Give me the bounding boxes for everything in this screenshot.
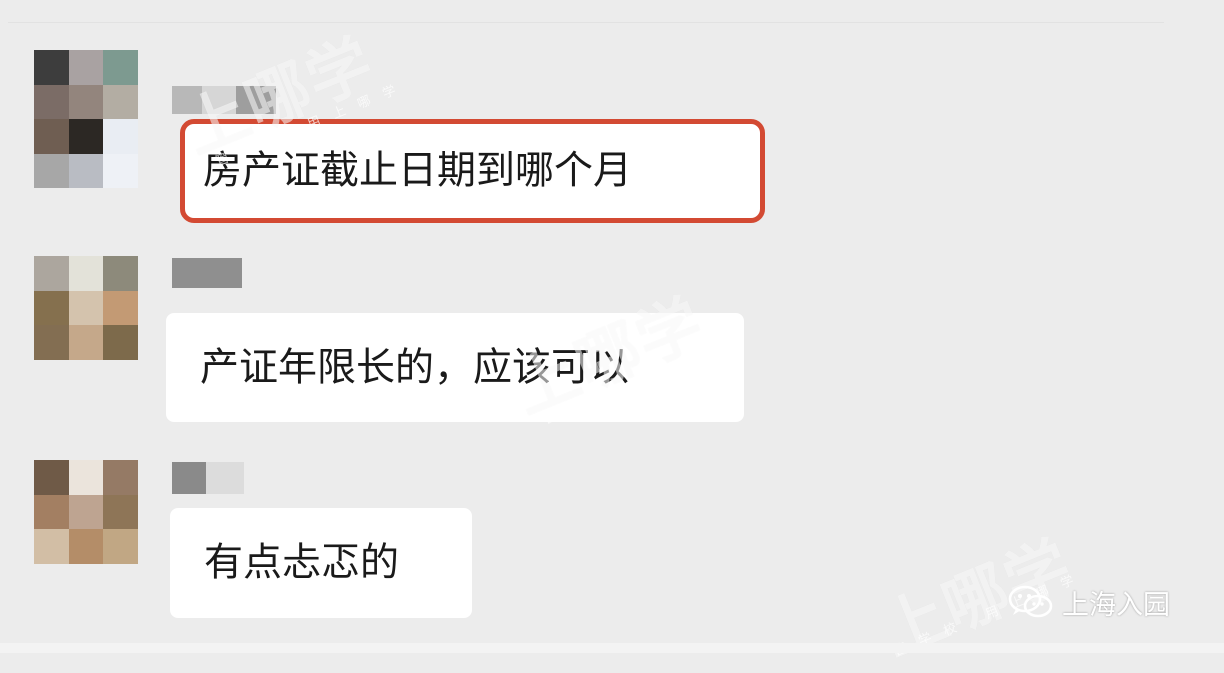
avatar[interactable] — [34, 256, 138, 360]
sender-name-blurred — [172, 462, 244, 494]
avatar[interactable] — [34, 460, 138, 564]
message-text: 产证年限长的，应该可以 — [200, 345, 630, 390]
wechat-icon — [1008, 585, 1053, 618]
source-name: 上海入园 — [1062, 589, 1170, 621]
message-text: 房产证截止日期到哪个月 — [203, 148, 633, 194]
message-bubble: 产证年限长的，应该可以 — [166, 313, 744, 422]
divider — [8, 22, 1164, 23]
sender-name-blurred — [172, 258, 242, 288]
avatar[interactable] — [34, 50, 138, 188]
footer-strip — [0, 643, 1224, 653]
source-badge: 上海入园 — [1008, 585, 1170, 621]
chat-screenshot: 房产证截止日期到哪个月 产证年限长的，应该可以 有点忐忑的 上哪学 管学校 用上… — [0, 0, 1224, 671]
message-bubble: 房产证截止日期到哪个月 — [185, 124, 760, 218]
message-text: 有点忐忑的 — [204, 540, 400, 586]
message-bubble: 有点忐忑的 — [170, 508, 472, 618]
sender-name-blurred — [172, 86, 276, 114]
